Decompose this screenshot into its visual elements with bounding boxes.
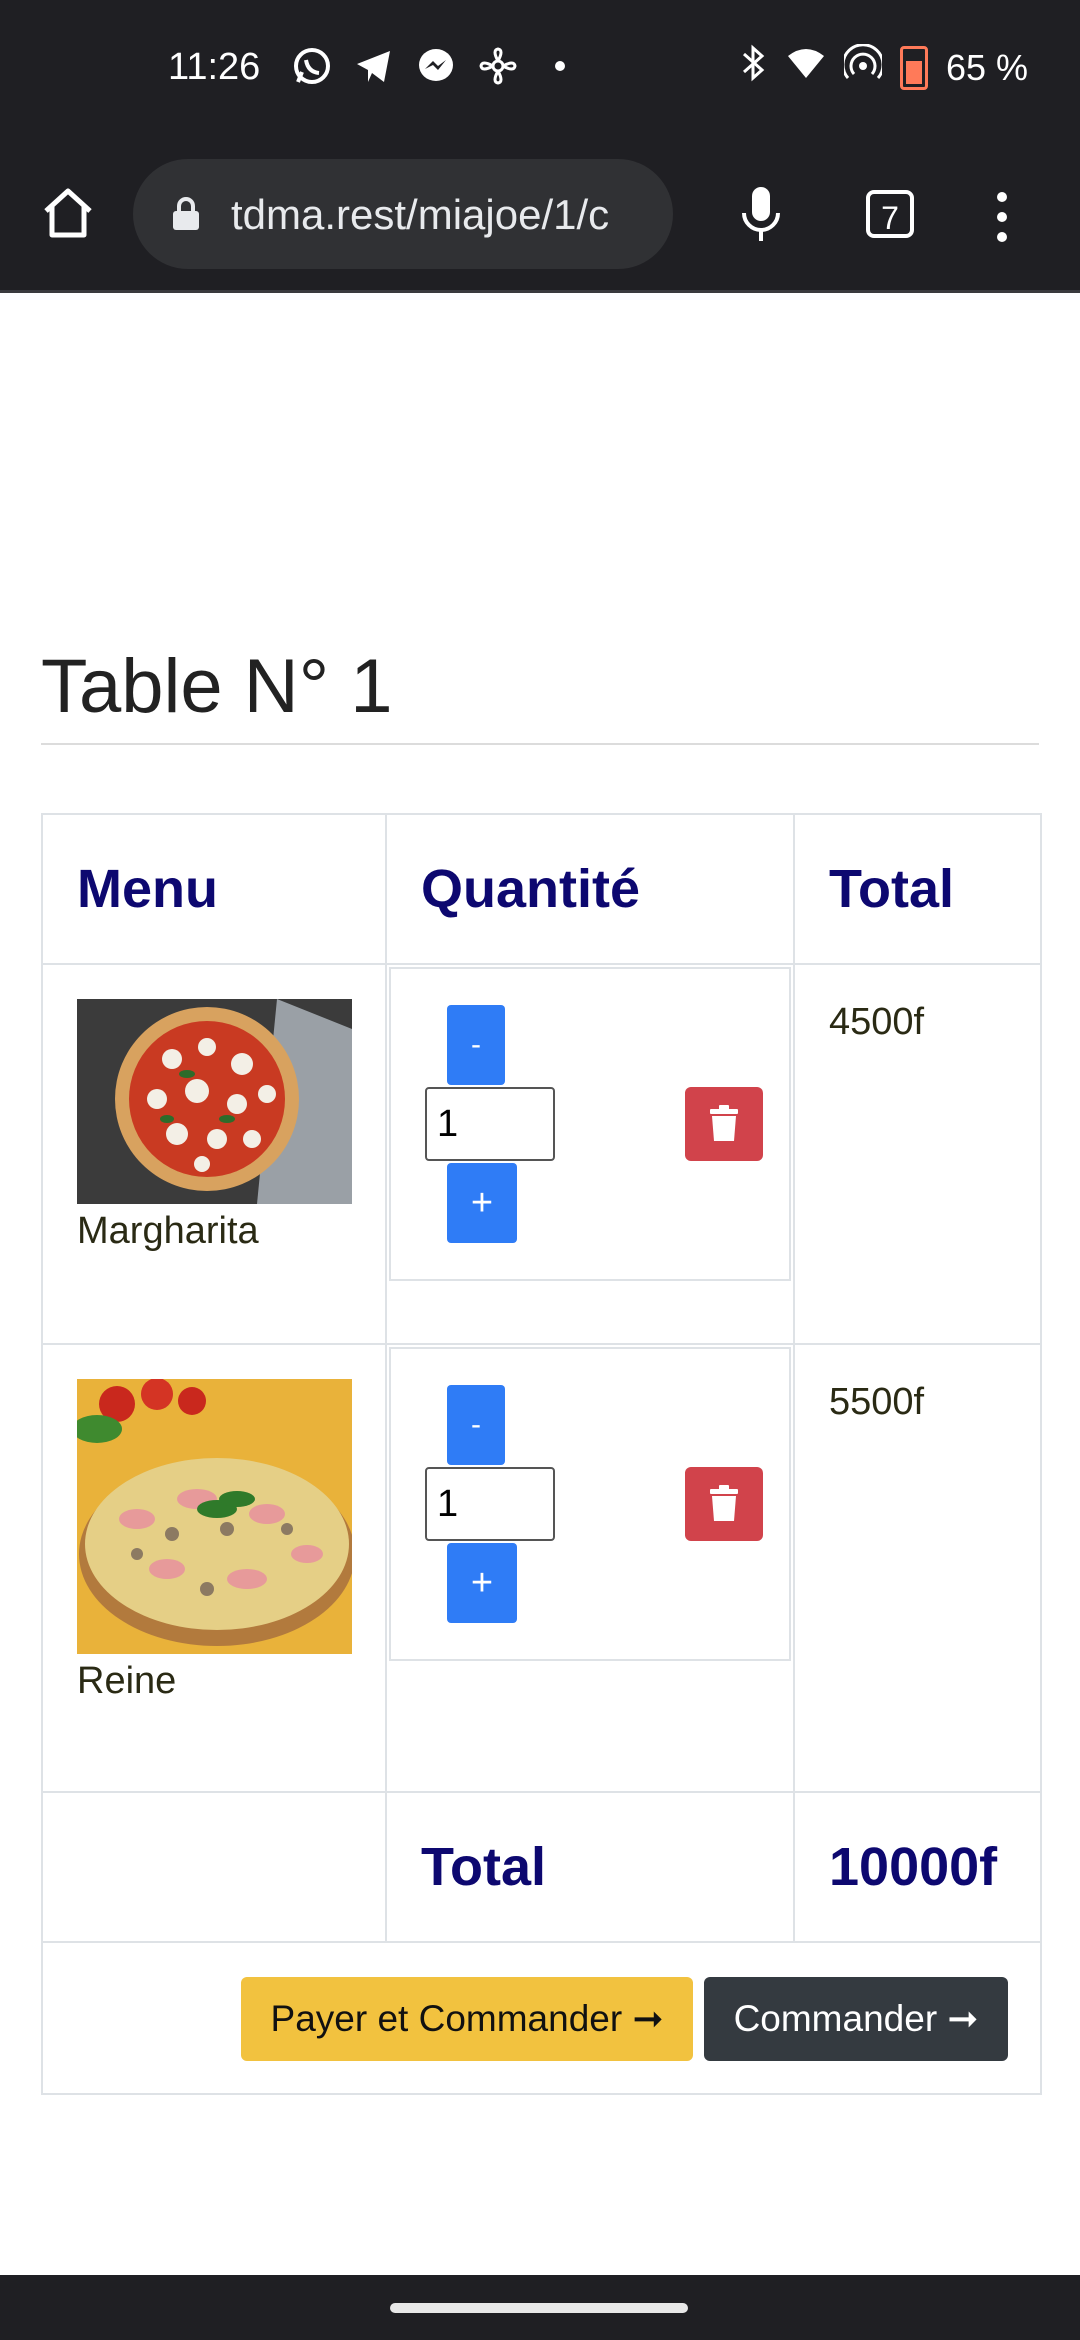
lock-icon — [171, 197, 201, 231]
navigation-bar — [0, 2275, 1080, 2340]
header-menu: Menu — [41, 813, 387, 965]
battery-percent: 65 % — [945, 46, 1028, 88]
total-row: Total 10000f — [41, 1791, 1042, 1943]
pinwheel-icon — [478, 46, 518, 86]
wifi-icon — [786, 46, 826, 89]
quantity-control: - + — [389, 967, 791, 1281]
title-divider — [41, 743, 1039, 745]
more-options-icon[interactable] — [992, 187, 1012, 247]
header-total: Total — [793, 813, 1042, 965]
item-cell: Margharita — [41, 963, 387, 1345]
notification-icons — [292, 46, 580, 86]
status-bar: 11:26 65 % — [0, 0, 1080, 140]
total-value: 10000f — [793, 1791, 1042, 1943]
item-price: 5500f — [793, 1343, 1042, 1793]
item-cell: Reine — [41, 1343, 387, 1793]
page-content: Table N° 1 Menu Quantité Total Margharit… — [0, 293, 1080, 2275]
cart-table: Menu Quantité Total Margharita - 1 + 450… — [41, 813, 1042, 2095]
tab-switcher-button[interactable]: 7 — [866, 190, 914, 238]
increase-quantity-button[interactable]: + — [447, 1163, 517, 1243]
hotspot-icon — [841, 43, 885, 91]
quantity-input[interactable] — [425, 1087, 555, 1161]
decrease-quantity-button[interactable]: - — [447, 1005, 505, 1085]
table-row: Margharita - + 4500f — [41, 963, 1042, 1345]
bluetooth-icon — [738, 44, 768, 91]
url-text[interactable]: tdma.rest/miajoe/1/c — [231, 191, 661, 239]
status-time: 11:26 — [168, 46, 261, 88]
pizza-reine-image — [77, 1379, 352, 1654]
page-title: Table N° 1 — [41, 644, 393, 729]
table-row: Reine - + 5500f — [41, 1343, 1042, 1793]
browser-toolbar: tdma.rest/miajoe/1/c 7 — [0, 140, 1080, 293]
pay-and-order-button[interactable]: Payer et Commander ➞ — [241, 1977, 693, 2061]
total-empty-cell — [41, 1791, 387, 1943]
battery-icon — [899, 45, 928, 90]
increase-quantity-button[interactable]: + — [447, 1543, 517, 1623]
item-price: 4500f — [793, 963, 1042, 1345]
home-gesture-handle[interactable] — [390, 2303, 688, 2313]
decrease-quantity-button[interactable]: - — [447, 1385, 505, 1465]
item-name: Margharita — [77, 1210, 259, 1252]
whatsapp-icon — [292, 46, 332, 86]
quantity-control: - + — [389, 1347, 791, 1661]
quantity-input[interactable] — [425, 1467, 555, 1541]
order-button[interactable]: Commander ➞ — [704, 1977, 1008, 2061]
quantity-cell: - + — [385, 1343, 795, 1793]
actions-cell: Payer et Commander ➞ Commander ➞ — [41, 1941, 1042, 2095]
table-header-row: Menu Quantité Total — [41, 813, 1042, 965]
microphone-icon[interactable] — [738, 185, 784, 245]
dot-icon — [540, 46, 580, 86]
header-quantity: Quantité — [385, 813, 795, 965]
telegram-icon — [354, 46, 394, 86]
trash-icon — [710, 1105, 738, 1141]
home-icon[interactable] — [40, 185, 96, 241]
item-name: Reine — [77, 1660, 177, 1702]
total-label: Total — [385, 1791, 795, 1943]
actions-row: Payer et Commander ➞ Commander ➞ — [41, 1941, 1042, 2095]
system-icons: 65 % — [738, 43, 1028, 91]
quantity-cell: - + — [385, 963, 795, 1345]
delete-item-button[interactable] — [685, 1467, 763, 1541]
pizza-margharita-image — [77, 999, 352, 1204]
delete-item-button[interactable] — [685, 1087, 763, 1161]
trash-icon — [710, 1485, 738, 1521]
address-bar[interactable]: tdma.rest/miajoe/1/c — [133, 159, 673, 269]
messenger-icon — [416, 46, 456, 86]
